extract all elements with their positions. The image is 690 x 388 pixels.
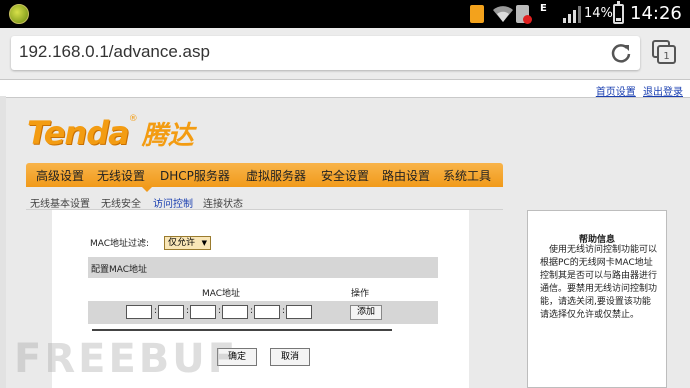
help-panel: 帮助信息 使用无线访问控制功能可以根据PC的无线网卡MAC地址控制其是否可以与路… — [527, 210, 667, 388]
mac-separator: : — [186, 306, 190, 316]
mac-separator: : — [282, 306, 286, 316]
battery-percent: 14% — [584, 6, 613, 21]
page-edge — [0, 96, 6, 388]
wifi-icon — [493, 6, 513, 22]
clock: 14:26 — [630, 3, 682, 24]
android-status-bar: E 14% 14:26 — [0, 0, 690, 28]
watermark: FREEBUF — [14, 336, 239, 382]
subnav-connection-status[interactable]: 连接状态 — [203, 195, 243, 210]
nav-system-tools[interactable]: 系统工具 — [443, 167, 491, 184]
logo-brand-cn: 腾达 — [141, 121, 194, 151]
nav-security-settings[interactable]: 安全设置 — [321, 167, 369, 184]
column-header-mac: MAC地址 — [202, 289, 241, 299]
header-links: 首页设置 退出登录 — [592, 83, 683, 98]
column-header-action: 操作 — [351, 289, 370, 299]
app-notification-icon — [9, 4, 29, 24]
cancel-button[interactable]: 取消 — [270, 348, 310, 366]
mac-octet-6-input[interactable] — [286, 305, 312, 319]
mac-filter-label: MAC地址过滤: — [90, 239, 150, 249]
mac-separator: : — [250, 306, 254, 316]
subnav-access-control[interactable]: 访问控制 — [153, 195, 193, 210]
network-type-label: E — [540, 3, 547, 14]
add-button[interactable]: 添加 — [350, 305, 382, 320]
section-header: 配置MAC地址 — [88, 257, 438, 278]
url-text[interactable]: 192.168.0.1/advance.asp — [19, 42, 210, 62]
mac-separator: : — [154, 306, 158, 316]
tenda-logo: Tenda®腾达 — [27, 114, 194, 152]
mac-octet-2-input[interactable] — [158, 305, 184, 319]
nav-advanced-settings[interactable]: 高级设置 — [36, 167, 84, 184]
nav-virtual-server[interactable]: 虚拟服务器 — [246, 167, 306, 184]
active-nav-pointer — [142, 187, 152, 192]
tab-count: 1 — [663, 51, 669, 62]
reload-icon[interactable] — [610, 42, 632, 64]
mac-octet-3-input[interactable] — [190, 305, 216, 319]
section-title: 配置MAC地址 — [91, 265, 148, 275]
tabs-icon[interactable]: 1 — [652, 40, 676, 64]
download-notification-icon — [470, 5, 484, 23]
divider — [92, 329, 392, 331]
mac-filter-value: 仅允许 — [168, 238, 196, 248]
nav-routing-settings[interactable]: 路由设置 — [382, 167, 430, 184]
mac-filter-select[interactable]: 仅允许 ▼ — [164, 236, 211, 250]
logo-brand-en: Tenda — [27, 114, 130, 152]
help-text: 使用无线访问控制功能可以根据PC的无线网卡MAC地址控制其是否可以与路由器进行通… — [540, 245, 658, 320]
subnav-wireless-basic[interactable]: 无线基本设置 — [30, 195, 90, 210]
subnav-wireless-security[interactable]: 无线安全 — [101, 195, 141, 210]
browser-toolbar: 192.168.0.1/advance.asp 1 — [0, 28, 690, 80]
mac-entry-row: : : : : : 添加 — [88, 301, 438, 324]
mac-octet-1-input[interactable] — [126, 305, 152, 319]
mac-separator: : — [218, 306, 222, 316]
nav-dhcp-server[interactable]: DHCP服务器 — [160, 167, 230, 184]
chevron-down-icon: ▼ — [201, 239, 207, 247]
nav-wireless-settings[interactable]: 无线设置 — [97, 167, 145, 184]
logo-reg-mark: ® — [128, 114, 138, 124]
mac-octet-5-input[interactable] — [254, 305, 280, 319]
battery-icon — [613, 1, 624, 24]
signal-strength-icon — [563, 6, 581, 23]
main-nav: 高级设置 无线设置 DHCP服务器 虚拟服务器 安全设置 路由设置 系统工具 — [26, 163, 503, 192]
mac-octet-4-input[interactable] — [222, 305, 248, 319]
sim-icon — [516, 5, 532, 24]
address-bar[interactable]: 192.168.0.1/advance.asp — [11, 36, 640, 70]
router-web-page: 首页设置 退出登录 Tenda®腾达 高级设置 无线设置 DHCP服务器 虚拟服… — [0, 81, 690, 388]
